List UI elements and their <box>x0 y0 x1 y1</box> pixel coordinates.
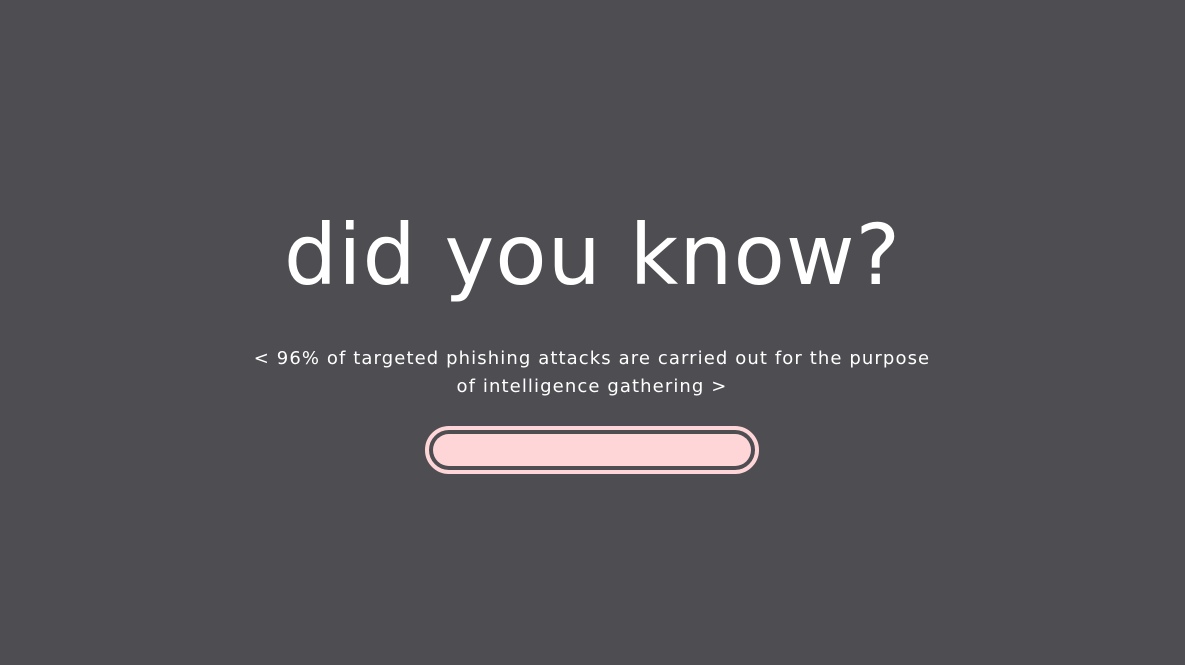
fact-text: < 96% of targeted phishing attacks are c… <box>253 348 931 397</box>
progress-bar <box>425 426 759 474</box>
did-you-know-slide: did you know? < 96% of targeted phishing… <box>0 0 1185 665</box>
slide-headline: did you know? <box>283 206 902 304</box>
progress-bar-fill <box>433 434 751 466</box>
